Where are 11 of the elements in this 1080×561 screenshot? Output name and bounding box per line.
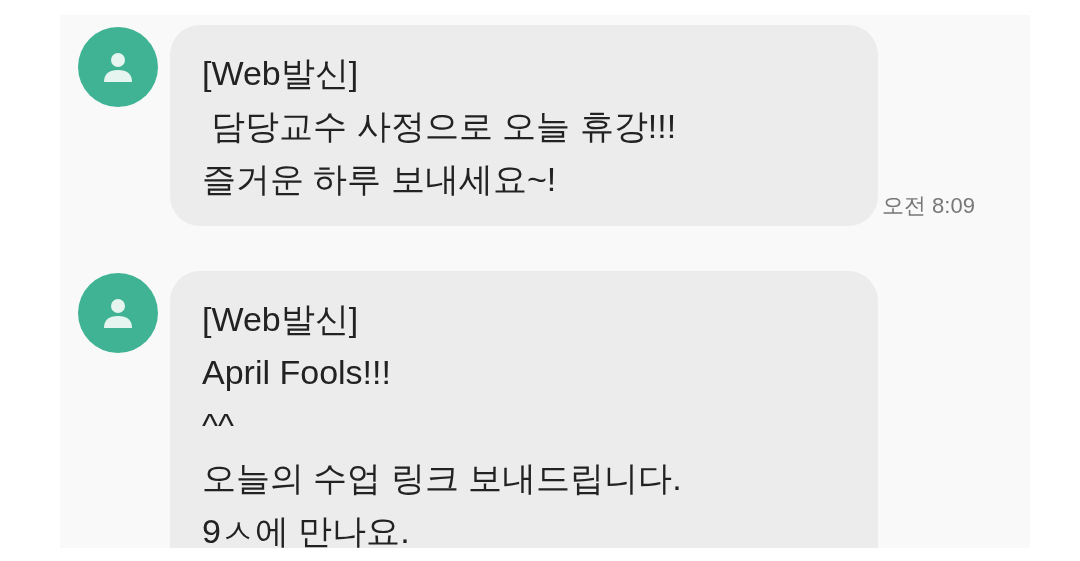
message-text: [Web발신]: [202, 299, 359, 340]
message-text: ^^: [202, 405, 234, 446]
message-text: 오늘의 수업 링크 보내드립니다.: [202, 458, 682, 499]
message-text: 즐거운 하루 보내세요~!: [202, 159, 557, 200]
message-text: [Web발신]: [202, 53, 359, 94]
message-text: 담당교수 사정으로 오늘 휴강!!!: [210, 106, 677, 147]
message-text: 9ㅅ에 만나요.: [202, 511, 410, 548]
message-time: 오전 8:09: [882, 192, 975, 220]
message-text: April Fools!!!: [202, 352, 391, 393]
person-icon: [104, 52, 132, 82]
person-icon: [104, 298, 132, 328]
